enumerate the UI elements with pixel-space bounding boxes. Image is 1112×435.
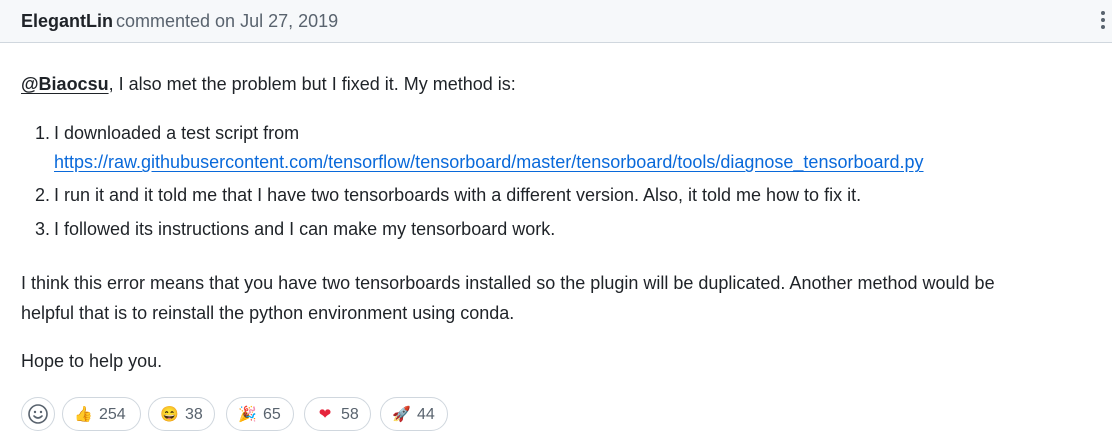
reaction-rocket-button[interactable]: 🚀 44: [380, 397, 448, 431]
laugh-icon: 😄: [160, 406, 179, 423]
list-item-text: I run it and it told me that I have two …: [54, 185, 862, 205]
paragraph-line: helpful that is to reinstall the python …: [21, 303, 515, 323]
thumbs-up-icon: 👍: [74, 406, 93, 423]
reaction-count: 58: [341, 406, 359, 423]
comment-author[interactable]: ElegantLin: [21, 11, 113, 32]
paragraph-line: I think this error means that you have t…: [21, 273, 995, 293]
reaction-count: 38: [185, 406, 203, 423]
hooray-icon: 🎉: [238, 406, 257, 423]
closing-text: Hope to help you.: [21, 351, 163, 371]
reaction-laugh-button[interactable]: 😄 38: [148, 397, 215, 431]
list-number: 1.: [35, 123, 51, 143]
script-link[interactable]: https://raw.githubusercontent.com/tensor…: [54, 148, 924, 177]
user-mention-link[interactable]: @Biaocsu: [21, 74, 109, 94]
list-item-text: I followed its instructions and I can ma…: [54, 219, 556, 239]
reaction-heart-button[interactable]: ❤ 58: [304, 397, 371, 431]
reaction-count: 254: [99, 406, 126, 423]
reaction-hooray-button[interactable]: 🎉 65: [226, 397, 294, 431]
add-reaction-button[interactable]: [21, 397, 55, 431]
intro-text: , I also met the problem but I fixed it.…: [108, 74, 516, 94]
list-number: 3.: [35, 219, 51, 239]
reaction-count: 44: [417, 406, 435, 423]
comment-intro: @Biaocsu, I also met the problem but I f…: [21, 71, 516, 97]
reaction-thumbs-up-button[interactable]: 👍 254: [62, 397, 141, 431]
explanation-paragraph: I think this error means that you have t…: [21, 268, 995, 328]
list-item-text: I downloaded a test script from: [54, 123, 300, 143]
rocket-icon: 🚀: [392, 406, 411, 423]
smiley-icon: [28, 404, 48, 424]
reaction-count: 65: [263, 406, 281, 423]
list-number: 2.: [35, 185, 51, 205]
comment-timestamp[interactable]: commented on Jul 27, 2019: [116, 11, 338, 32]
heart-icon: ❤: [318, 406, 332, 423]
comment-header: ElegantLin commented on Jul 27, 2019: [0, 0, 1112, 43]
kebab-horizontal-icon[interactable]: [1098, 9, 1108, 31]
